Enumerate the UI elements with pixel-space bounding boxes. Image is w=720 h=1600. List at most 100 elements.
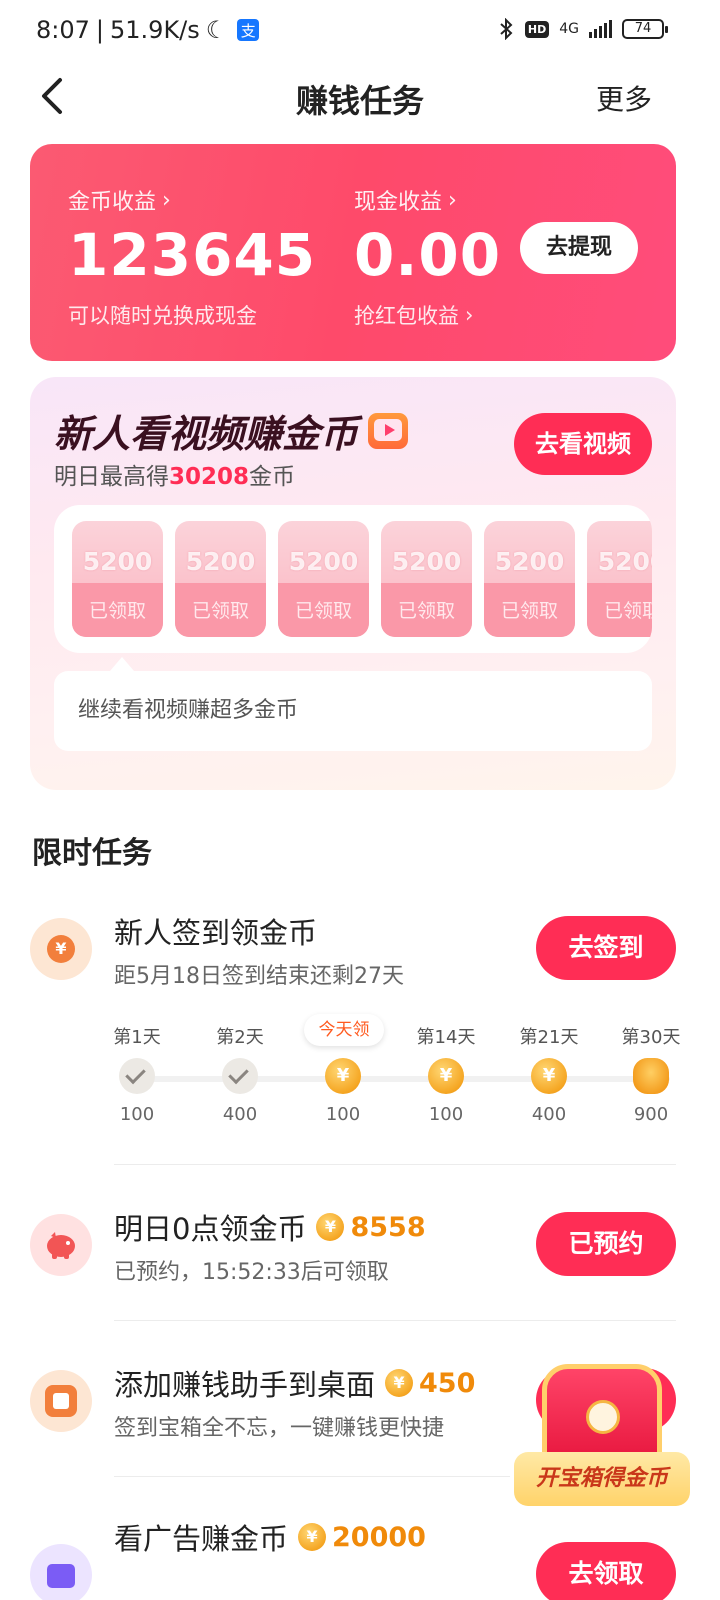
yen-coin-icon: ¥ [385, 1369, 414, 1397]
yen-coin-icon: ¥ [298, 1523, 327, 1551]
day-label: 第1天 [113, 1027, 161, 1048]
reward-state: 已领取 [191, 600, 249, 622]
divider [114, 1320, 676, 1321]
video-reward-strip[interactable]: 5200 已领取 5200 已领取 5200 已领取 5200 已领取 5200 [54, 505, 652, 653]
divider [114, 1476, 510, 1477]
yen-coin-icon: ¥ [428, 1058, 464, 1094]
ad-icon [30, 1544, 92, 1600]
status-separator: | [95, 16, 104, 44]
watch-video-button[interactable]: 去看视频 [514, 413, 652, 475]
desktop-reward-amount: 450 [419, 1367, 476, 1399]
video-sub-prefix: 明日最高得 [54, 464, 169, 490]
network-label: 4G [559, 21, 579, 37]
video-reward-row: 5200 已领取 5200 已领取 5200 已领取 5200 已领取 5200 [72, 521, 652, 637]
ads-task-reward: ¥ 20000 [298, 1522, 426, 1553]
cash-earnings-value: 0.00 [354, 221, 502, 289]
reward-amount: 5200 [185, 547, 256, 576]
alipay-icon: 支 [237, 19, 260, 41]
yen-coin-icon: ¥ [30, 918, 92, 980]
yen-coin-icon: ¥ [531, 1058, 567, 1094]
midnight-task-name: 明日0点领金币 ¥ 8558 [114, 1206, 426, 1248]
widget-icon [30, 1370, 92, 1432]
reward-amount: 5200 [494, 547, 565, 576]
day-amount: 400 [222, 1104, 258, 1125]
piggy-bank-glyph [47, 1232, 75, 1259]
earnings-card: 金币收益 › 123645 可以随时兑换成现金 现金收益 › 0.00 抢红包收… [30, 144, 676, 361]
day-label: 第30天 [621, 1027, 681, 1048]
coin-pile-icon [633, 1058, 669, 1094]
tip-pointer [110, 657, 134, 671]
status-time: 8:07 [36, 16, 90, 44]
day-amount: 100 [428, 1104, 464, 1125]
video-reward-item: 5200 已领取 [278, 521, 369, 637]
video-reward-item: 5200 已领取 [381, 521, 472, 637]
checkin-task-title: 新人签到领金币 [114, 916, 318, 950]
chevron-right-icon: › [448, 187, 457, 213]
coin-earnings-label: 金币收益 [68, 190, 157, 215]
video-card-title: 新人看视频赚金币 [54, 412, 359, 456]
checkin-track: 第1天 100 第2天 400 ¥ 100 第14天 ¥ 100 第21天 ¥ … [113, 1020, 694, 1140]
reward-amount: 5200 [288, 547, 359, 576]
desktop-task-name: 添加赚钱助手到桌面 ¥ 450 [114, 1362, 475, 1404]
reward-amount: 5200 [82, 547, 153, 576]
coin-earnings-value: 123645 [68, 221, 317, 289]
withdraw-button[interactable]: 去提现 [520, 222, 638, 274]
signal-icon [589, 20, 612, 38]
day-label: 第14天 [416, 1027, 476, 1048]
bluetooth-icon [500, 18, 513, 40]
checkin-task-name: 新人签到领金币 [114, 910, 317, 952]
hd-icon: HD [524, 20, 550, 38]
desktop-task-title: 添加赚钱助手到桌面 [114, 1368, 376, 1402]
day-amount: 100 [119, 1104, 155, 1125]
status-bar: 8:07 | 51.9K/s ☾ 支 HD 4G 74 [0, 0, 720, 64]
checkin-day: 第14天 ¥ 100 [401, 1024, 491, 1125]
yen-coin-icon: ¥ [325, 1058, 361, 1094]
claim-button[interactable]: 去领取 [536, 1542, 676, 1600]
treasure-box-widget[interactable]: 开宝箱得金币 [514, 1364, 690, 1512]
check-icon [222, 1058, 258, 1094]
midnight-task-reward: ¥ 8558 [316, 1211, 426, 1243]
red-packet-earnings-link[interactable]: 抢红包收益 › [354, 300, 501, 330]
midnight-reward-amount: 8558 [350, 1211, 426, 1243]
video-reward-item: 5200 已领取 [484, 521, 575, 637]
cash-earnings-label: 现金收益 [354, 190, 443, 215]
status-left: 8:07 | 51.9K/s ☾ 支 [36, 16, 260, 44]
treasure-label: 开宝箱得金币 [514, 1452, 690, 1506]
checkin-button[interactable]: 去签到 [536, 916, 676, 980]
day-label: 第2天 [216, 1027, 264, 1048]
reward-state: 已领取 [603, 600, 652, 622]
midnight-task-title: 明日0点领金币 [114, 1212, 307, 1246]
reserved-button[interactable]: 已预约 [536, 1212, 676, 1276]
reward-state: 已领取 [397, 600, 455, 622]
video-card-title-row: 新人看视频赚金币 [54, 403, 409, 458]
more-button[interactable]: 更多 [596, 78, 652, 118]
video-reward-item: 5200 已领取 [175, 521, 266, 637]
day-amount: 100 [325, 1104, 361, 1125]
checkin-day: 第1天 100 [92, 1024, 182, 1125]
video-card-subtitle: 明日最高得30208金币 [54, 457, 295, 491]
status-right: HD 4G 74 [497, 18, 668, 40]
ads-task-name: 看广告赚金币 ¥ 20000 [114, 1516, 426, 1558]
reward-state: 已领取 [294, 600, 352, 622]
ads-task-title: 看广告赚金币 [114, 1522, 289, 1556]
coin-earnings[interactable]: 金币收益 › 123645 可以随时兑换成现金 [68, 184, 316, 330]
day-label: 第21天 [519, 1027, 579, 1048]
coin-earnings-sub: 可以随时兑换成现金 [68, 304, 257, 328]
checkin-day: 第2天 400 [195, 1024, 285, 1125]
ads-reward-amount: 20000 [332, 1521, 426, 1553]
coin-earnings-label-row: 金币收益 › [68, 184, 316, 216]
cash-earnings-sub: 抢红包收益 [354, 304, 459, 328]
chest-lock-icon [586, 1400, 620, 1434]
video-sub-suffix: 金币 [249, 464, 296, 490]
chevron-right-icon: › [162, 187, 171, 213]
today-tag: 今天领 [304, 1014, 384, 1046]
cash-earnings[interactable]: 现金收益 › 0.00 抢红包收益 › [354, 184, 501, 330]
checkin-task-desc: 距5月18日签到结束还剩27天 [114, 964, 404, 989]
video-task-card: 新人看视频赚金币 明日最高得30208金币 去看视频 5200 已领取 5200… [30, 377, 676, 790]
status-speed: 51.9K/s [110, 16, 200, 44]
video-reward-item: 5200 已领取 [587, 521, 652, 637]
checkin-day: 第21天 ¥ 400 [504, 1024, 594, 1125]
day-amount: 900 [633, 1104, 669, 1125]
midnight-task-desc: 已预约，15:52:33后可领取 [114, 1260, 389, 1285]
chevron-right-icon: › [465, 303, 474, 327]
